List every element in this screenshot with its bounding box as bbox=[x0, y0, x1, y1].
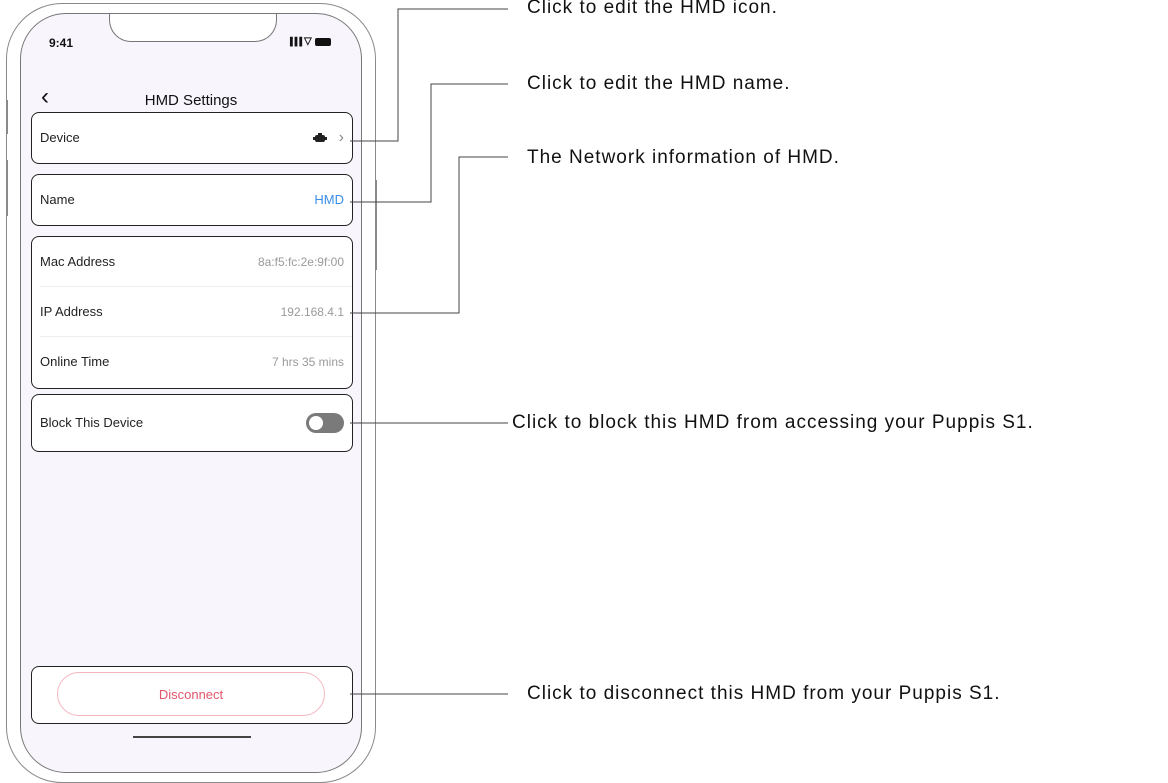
battery-icon bbox=[314, 37, 331, 46]
online-time-value: 7 hrs 35 mins bbox=[271, 354, 344, 369]
name-row[interactable]: Name HMD bbox=[32, 175, 352, 224]
mac-address-row: Mac Address 8a:f5:fc:2e:9f:00 bbox=[32, 237, 352, 286]
callout-name-text: Click to edit the HMD name. bbox=[527, 73, 791, 94]
mac-address-value: 8a:f5:fc:2e:9f:00 bbox=[257, 254, 344, 269]
online-time-row: Online Time 7 hrs 35 mins bbox=[32, 337, 352, 386]
ip-address-value: 192.168.4.1 bbox=[280, 304, 344, 319]
status-icons: ▐▐▐ ▽ bbox=[287, 36, 331, 47]
mac-address-label: Mac Address bbox=[40, 254, 116, 269]
side-button-volume-up bbox=[6, 100, 8, 134]
device-label: Device bbox=[40, 130, 80, 145]
online-time-label: Online Time bbox=[40, 354, 110, 369]
block-device-toggle[interactable] bbox=[306, 412, 344, 433]
name-value[interactable]: HMD bbox=[314, 192, 344, 207]
notch bbox=[109, 14, 277, 42]
network-info-card: Mac Address 8a:f5:fc:2e:9f:00 IP Address… bbox=[31, 236, 353, 389]
headset-icon[interactable] bbox=[312, 132, 327, 143]
block-device-label: Block This Device bbox=[40, 415, 144, 430]
name-card[interactable]: Name HMD bbox=[31, 174, 353, 226]
callout-icon-text: Click to edit the HMD icon. bbox=[527, 0, 778, 18]
callout-disconnect-text: Click to disconnect this HMD from your P… bbox=[527, 683, 1001, 704]
device-row[interactable]: Device › bbox=[32, 113, 352, 162]
toggle-knob bbox=[309, 415, 323, 430]
device-card[interactable]: Device › bbox=[31, 112, 353, 164]
side-button-volume-down bbox=[6, 160, 8, 216]
side-button-power bbox=[375, 180, 377, 270]
block-device-card: Block This Device bbox=[31, 394, 353, 452]
home-indicator bbox=[133, 736, 251, 738]
callout-network-text: The Network information of HMD. bbox=[527, 147, 840, 168]
callout-block-text: Click to block this HMD from accessing y… bbox=[512, 412, 1034, 433]
name-label: Name bbox=[40, 192, 75, 207]
ip-address-row: IP Address 192.168.4.1 bbox=[32, 287, 352, 336]
wifi-icon: ▽ bbox=[304, 36, 312, 47]
signal-icon: ▐▐▐ bbox=[287, 37, 302, 46]
status-time: 9:41 bbox=[49, 36, 74, 50]
ip-address-label: IP Address bbox=[40, 304, 103, 319]
disconnect-card: Disconnect bbox=[31, 666, 353, 724]
block-device-row: Block This Device bbox=[32, 395, 352, 450]
chevron-right-icon: › bbox=[338, 128, 344, 146]
disconnect-button[interactable]: Disconnect bbox=[57, 672, 325, 716]
page-title: HMD Settings bbox=[144, 92, 238, 109]
phone-screen: 9:41 ▐▐▐ ▽ ‹ HMD Settings Device › Name … bbox=[20, 13, 362, 773]
